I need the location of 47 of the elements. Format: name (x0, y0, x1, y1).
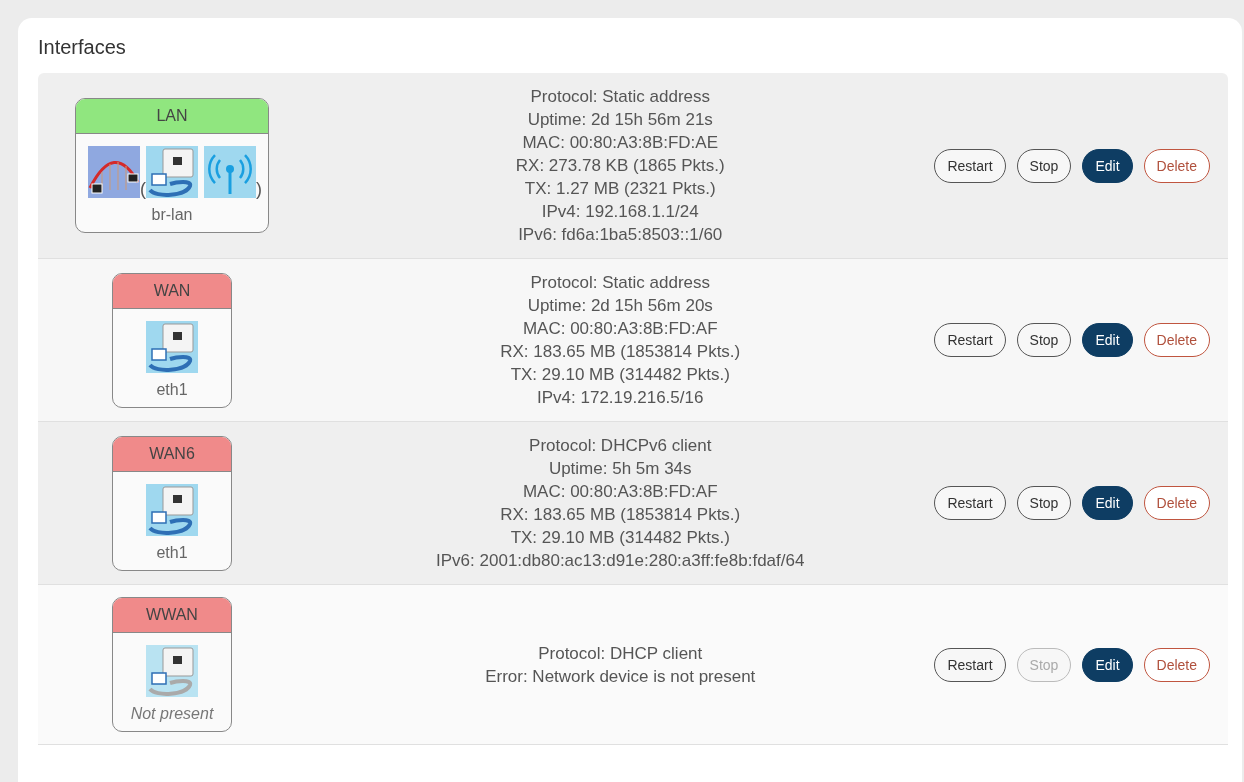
detail-text: IPv6: 2001:db80:ac13:d91e:280:a3ff:fe8b:fdaf/64 (435, 550, 806, 572)
bracket-text: ( (140, 180, 146, 198)
detail-text: Uptime: 2d 15h 56m 21s (526, 109, 714, 131)
detail-text: RX: 183.65 MB (1853814 Pkts.) (499, 341, 742, 363)
delete-button[interactable]: Delete (1143, 148, 1210, 183)
detail-text: IPv6: fd6a:1ba5:8503::1/60 (517, 224, 724, 246)
edit-button[interactable]: Edit (1082, 323, 1133, 357)
action-button[interactable]: Restart (934, 323, 1006, 357)
interface-name: WWAN (113, 598, 231, 633)
device-label: eth1 (156, 380, 188, 399)
detail-text: Protocol: Static address (529, 272, 711, 294)
action-button[interactable]: Stop (1016, 486, 1072, 520)
detail-text: TX: 1.27 MB (2321 Pkts.) (523, 178, 717, 200)
interface-name: WAN (113, 273, 231, 309)
detail-text: Error: Network device is not present (484, 665, 757, 688)
action-button[interactable]: Restart (934, 148, 1006, 183)
detail-text: RX: 183.65 MB (1853814 Pkts.) (499, 504, 742, 526)
detail-text: RX: 273.78 KB (1865 Pkts.) (514, 155, 726, 177)
device-label: eth1 (156, 543, 188, 562)
edit-button[interactable]: Edit (1082, 486, 1133, 520)
action-button[interactable]: Restart (934, 486, 1006, 520)
interface-name: WAN6 (113, 436, 231, 472)
action-button[interactable]: Restart (934, 647, 1006, 682)
detail-text: MAC: 00:80:A3:8B:FD:AF (521, 318, 719, 340)
delete-button[interactable]: Delete (1143, 647, 1210, 682)
detail-text: MAC: 00:80:A3:8B:FD:AF (521, 481, 719, 503)
detail-text: Protocol: Static address (529, 86, 711, 108)
delete-button[interactable]: Delete (1143, 486, 1210, 520)
delete-button[interactable]: Delete (1143, 323, 1210, 357)
interface-name: LAN (76, 99, 268, 134)
device-label: Not present (130, 705, 214, 723)
device-label: br-lan (151, 206, 193, 224)
detail-text: MAC: 00:80:A3:8B:FD:AE (521, 132, 720, 154)
edit-button[interactable]: Edit (1082, 148, 1133, 183)
detail-text: IPv4: 192.168.1.1/24 (540, 201, 700, 223)
detail-text: Protocol: DHCPv6 client (528, 435, 713, 457)
detail-text: Uptime: 2d 15h 56m 20s (526, 295, 714, 317)
action-button[interactable]: Stop (1016, 323, 1072, 357)
section-title: Interfaces (38, 36, 127, 59)
detail-text: TX: 29.10 MB (314482 Pkts.) (509, 364, 731, 386)
detail-text: Uptime: 5h 5m 34s (547, 458, 693, 480)
detail-text: IPv4: 172.19.216.5/16 (536, 387, 705, 409)
bracket-text: ) (256, 180, 262, 198)
edit-button[interactable]: Edit (1082, 647, 1133, 682)
action-button[interactable]: Stop (1016, 148, 1072, 183)
detail-text: TX: 29.10 MB (314482 Pkts.) (509, 527, 731, 549)
detail-text: Protocol: DHCP client (537, 642, 704, 665)
